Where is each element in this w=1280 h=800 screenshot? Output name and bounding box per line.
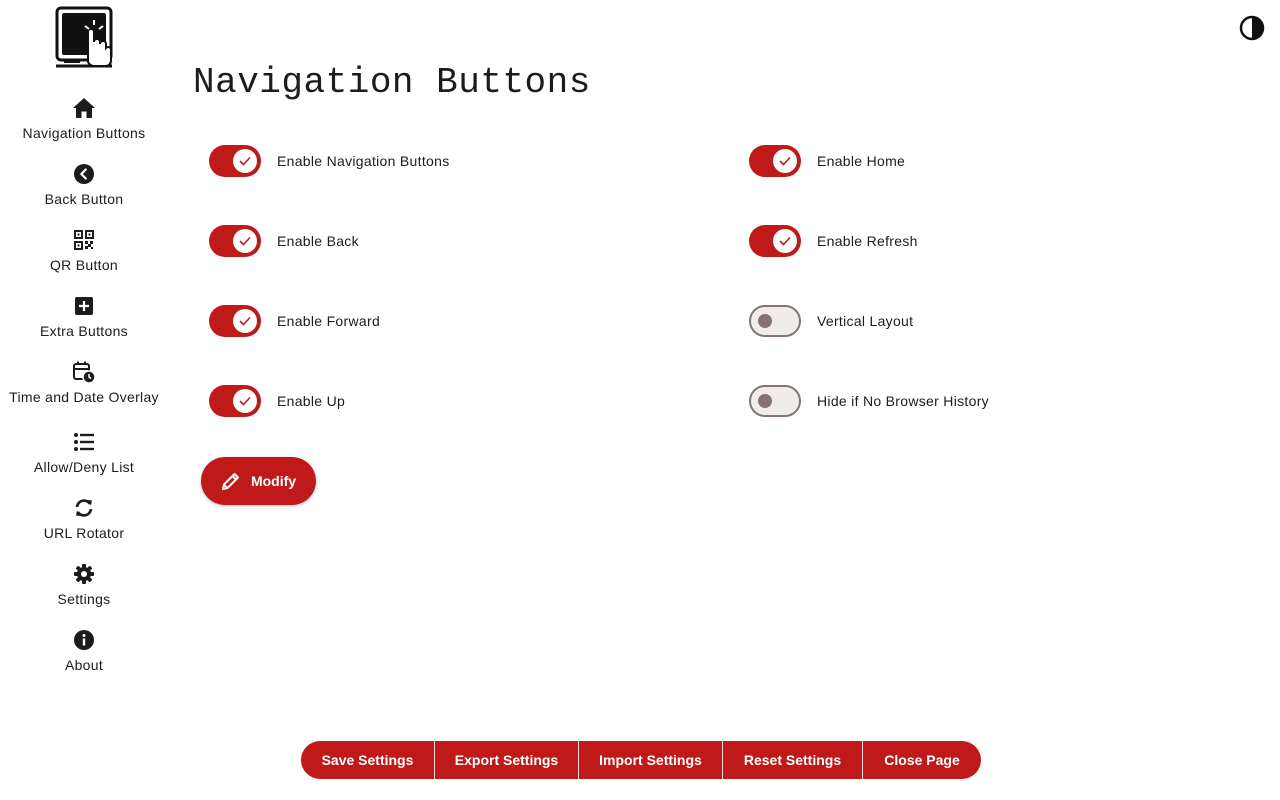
check-icon bbox=[239, 236, 251, 246]
vertical-layout-switch[interactable] bbox=[749, 305, 801, 337]
enable-navigation-buttons-switch[interactable] bbox=[209, 145, 261, 177]
sidebar-item-label: Extra Buttons bbox=[40, 323, 128, 339]
switch-thumb bbox=[773, 149, 797, 173]
toggle-label: Enable Home bbox=[817, 153, 906, 169]
qr-code-icon bbox=[73, 229, 95, 251]
check-icon bbox=[779, 156, 791, 166]
export-settings-button[interactable]: Export Settings bbox=[435, 741, 579, 779]
sidebar-nav: Navigation Buttons Back Button QR Button… bbox=[0, 94, 168, 692]
home-icon bbox=[73, 97, 95, 119]
theme-toggle-icon[interactable] bbox=[1238, 14, 1266, 42]
enable-refresh-switch[interactable] bbox=[749, 225, 801, 257]
sidebar-item-time-and-date-overlay[interactable]: Time and Date Overlay bbox=[0, 358, 168, 428]
sidebar-item-extra-buttons[interactable]: Extra Buttons bbox=[0, 292, 168, 358]
sidebar-item-label: QR Button bbox=[49, 257, 119, 273]
toggle-row-enable-up: Enable Up bbox=[209, 384, 345, 418]
list-icon bbox=[73, 431, 95, 453]
toggle-label: Enable Navigation Buttons bbox=[277, 153, 450, 169]
toggle-row-vertical-layout: Vertical Layout bbox=[749, 304, 913, 338]
toggle-label: Hide if No Browser History bbox=[817, 393, 989, 409]
info-icon bbox=[73, 629, 95, 651]
add-box-icon bbox=[73, 295, 95, 317]
sidebar-item-settings[interactable]: Settings bbox=[0, 560, 168, 626]
pencil-icon bbox=[221, 471, 241, 491]
toggle-row-enable-navigation-buttons: Enable Navigation Buttons bbox=[209, 144, 450, 178]
sidebar-item-label: Settings bbox=[57, 591, 111, 607]
gear-icon bbox=[73, 563, 95, 585]
modify-button[interactable]: Modify bbox=[201, 457, 316, 505]
check-icon bbox=[239, 156, 251, 166]
switch-thumb bbox=[758, 394, 772, 408]
bottom-action-bar: Save Settings Export Settings Import Set… bbox=[301, 741, 981, 779]
switch-thumb bbox=[773, 229, 797, 253]
toggle-row-enable-back: Enable Back bbox=[209, 224, 359, 258]
sidebar-item-label: Navigation Buttons bbox=[22, 125, 146, 141]
chevron-left-circle-icon bbox=[73, 163, 95, 185]
check-icon bbox=[239, 316, 251, 326]
toggle-row-enable-forward: Enable Forward bbox=[209, 304, 380, 338]
toggle-label: Enable Up bbox=[277, 393, 346, 409]
app-root: Navigation Buttons Back Button QR Button… bbox=[0, 0, 1280, 800]
calendar-clock-icon bbox=[73, 361, 95, 383]
sidebar-item-label: Allow/Deny List bbox=[33, 459, 135, 475]
enable-up-switch[interactable] bbox=[209, 385, 261, 417]
refresh-icon bbox=[73, 497, 95, 519]
toggle-label: Enable Refresh bbox=[817, 233, 918, 249]
modify-button-label: Modify bbox=[250, 473, 297, 489]
check-icon bbox=[779, 236, 791, 246]
enable-home-switch[interactable] bbox=[749, 145, 801, 177]
sidebar-item-allow-deny-list[interactable]: Allow/Deny List bbox=[0, 428, 168, 494]
sidebar-item-label: Time and Date Overlay bbox=[9, 389, 159, 405]
sidebar-item-back-button[interactable]: Back Button bbox=[0, 160, 168, 226]
toggle-row-enable-refresh: Enable Refresh bbox=[749, 224, 918, 258]
close-page-button[interactable]: Close Page bbox=[863, 741, 981, 779]
sidebar-item-about[interactable]: About bbox=[0, 626, 168, 692]
reset-settings-button[interactable]: Reset Settings bbox=[723, 741, 863, 779]
toggle-label: Enable Forward bbox=[277, 313, 381, 329]
switch-thumb bbox=[233, 149, 257, 173]
import-settings-button[interactable]: Import Settings bbox=[579, 741, 723, 779]
toggle-row-hide-if-no-browser-history: Hide if No Browser History bbox=[749, 384, 989, 418]
toggle-row-enable-home: Enable Home bbox=[749, 144, 905, 178]
sidebar-item-url-rotator[interactable]: URL Rotator bbox=[0, 494, 168, 560]
sidebar: Navigation Buttons Back Button QR Button… bbox=[0, 0, 168, 800]
save-settings-button[interactable]: Save Settings bbox=[301, 741, 435, 779]
check-icon bbox=[239, 396, 251, 406]
sidebar-item-qr-button[interactable]: QR Button bbox=[0, 226, 168, 292]
switch-thumb bbox=[233, 389, 257, 413]
hide-if-no-browser-history-switch[interactable] bbox=[749, 385, 801, 417]
sidebar-item-label: Back Button bbox=[44, 191, 124, 207]
toggle-label: Enable Back bbox=[277, 233, 359, 249]
enable-back-switch[interactable] bbox=[209, 225, 261, 257]
app-logo-icon bbox=[54, 6, 114, 70]
switch-thumb bbox=[758, 314, 772, 328]
page-title: Navigation Buttons bbox=[193, 62, 591, 103]
sidebar-item-label: URL Rotator bbox=[43, 525, 125, 541]
enable-forward-switch[interactable] bbox=[209, 305, 261, 337]
sidebar-item-navigation-buttons[interactable]: Navigation Buttons bbox=[0, 94, 168, 160]
sidebar-item-label: About bbox=[64, 657, 104, 673]
toggle-label: Vertical Layout bbox=[817, 313, 914, 329]
switch-thumb bbox=[233, 309, 257, 333]
switch-thumb bbox=[233, 229, 257, 253]
